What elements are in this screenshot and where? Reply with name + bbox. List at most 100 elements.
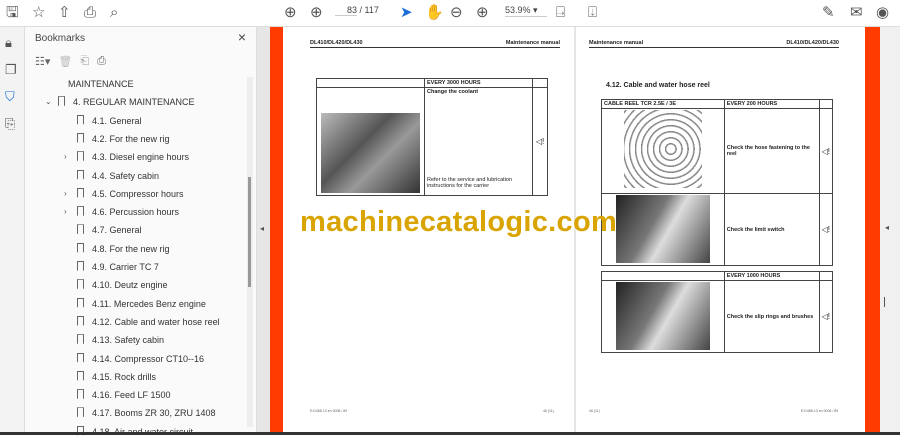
bookmark-item[interactable]: › 4.3. Diesel engine hours — [64, 148, 190, 166]
options-menu-icon[interactable]: ☷▾ — [35, 55, 50, 68]
bookmark-label: MAINTENANCE — [68, 79, 134, 89]
zoom-out-icon[interactable]: ⊖ — [450, 4, 463, 22]
bookmark-icon — [77, 169, 84, 180]
bookmark-item[interactable]: 4.2. For the new rig — [77, 130, 170, 148]
chevron-down-icon[interactable]: ⌄ — [45, 93, 52, 111]
bookmark-panel-icon[interactable]: ⛉ — [5, 89, 15, 105]
chevron-right-icon[interactable]: › — [64, 185, 67, 203]
bookmark-icon — [77, 389, 84, 400]
bookmark-icon — [77, 206, 84, 217]
document-scrollbar[interactable]: ◂ — [880, 27, 900, 432]
bookmark-label: 4.10. Deutz engine — [92, 280, 168, 291]
hand-tool-icon[interactable]: ✋ — [425, 4, 444, 22]
zoom-in-icon[interactable]: ⊕ — [476, 4, 489, 22]
chevron-right-icon[interactable]: › — [64, 203, 67, 221]
bookmark-item[interactable]: 4.11. Mercedes Benz engine — [77, 295, 206, 313]
bookmark-label: 4.11. Mercedes Benz engine — [92, 298, 206, 309]
search-icon[interactable]: ⌕ — [110, 4, 118, 22]
bookmark-label: 4.2. For the new rig — [92, 133, 170, 144]
left-nav-strip: 🔒︎ ❐ ⛉ ⎘ — [0, 27, 25, 435]
bookmark-item[interactable]: 4.15. Rock drills — [77, 368, 156, 386]
bookmark-icon — [77, 242, 84, 253]
print-icon[interactable]: ⎙ — [84, 4, 96, 22]
scroll-thumb[interactable] — [884, 297, 885, 307]
pages-icon[interactable]: ❐ — [5, 62, 17, 78]
bookmark-icon — [77, 407, 84, 418]
lock-icon[interactable]: 🔒︎ — [5, 35, 12, 51]
bookmark-label: 4.8. For the new rig — [92, 243, 170, 254]
bookmark-item[interactable]: MAINTENANCE — [68, 75, 134, 93]
page-down-icon[interactable]: ⊕ — [310, 4, 323, 22]
task-text: Check the hose fastening to the reel — [723, 108, 820, 194]
scroll-mode-icon[interactable]: ⍗ — [588, 4, 597, 22]
bookmark-item[interactable]: 4.4. Safety cabin — [77, 167, 159, 185]
table-header-col1: CABLE REEL TCR 2.5E / 3E — [601, 99, 725, 109]
bookmark-item[interactable]: 4.12. Cable and water hose reel — [77, 313, 220, 331]
right-page: Maintenance manual DL410/DL420/DL430 4.12… — [576, 27, 865, 432]
bookmark-item[interactable]: 4.13. Safety cabin — [77, 331, 164, 349]
page-edge-right — [865, 27, 880, 432]
bookmark-item[interactable]: › 4.5. Compressor hours — [64, 185, 184, 203]
bookmarks-panel: Bookmarks × ☷▾ 🗑︎ ⎗ ⎙ MAINTENANCE ⌄ 4. REG… — [25, 27, 257, 437]
bookmark-item[interactable]: 4.8. For the new rig — [77, 240, 170, 258]
expand-right-icon[interactable]: ◂ — [885, 223, 889, 232]
attachment-icon[interactable]: ⎘ — [5, 116, 15, 132]
select-tool-icon[interactable]: ➤ — [400, 4, 413, 22]
bookmark-label: 4.5. Compressor hours — [92, 188, 184, 199]
bookmark-item[interactable]: ⌄ 4. REGULAR MAINTENANCE — [45, 93, 195, 111]
cable-reel-table: CABLE REEL TCR 2.5E / 3E EVERY 200 HOURS … — [601, 99, 834, 266]
warning-icon: ◁! — [532, 87, 548, 196]
interval-header: EVERY 1000 HOURS — [723, 271, 820, 281]
bookmark-icon — [77, 132, 84, 143]
bookmark-item[interactable]: 4.17. Booms ZR 30, ZRU 1408 — [77, 404, 216, 422]
bookmark-item[interactable]: 4.14. Compressor CT10--16 — [77, 350, 204, 368]
section-title: 4.12. Cable and water hose reel — [606, 82, 710, 89]
panel-title: Bookmarks — [35, 33, 86, 44]
bookmark-icon — [77, 370, 84, 381]
toolbar: 🖫 ☆ ⇧ ⎙ ⌕ ⊕ ⊕ / 117 ➤ ✋ ⊖ ⊕ 53.9% ▾ ⍈ ⍗ … — [0, 0, 900, 27]
task-text: Change the coolant — [427, 89, 479, 95]
bookmark-label: 4.3. Diesel engine hours — [92, 152, 190, 163]
sign-icon[interactable]: ✎ — [822, 4, 835, 22]
page-header-right: DL410/DL420/DL430 — [786, 40, 839, 46]
new-bookmark-icon[interactable]: ⎗ — [80, 55, 89, 68]
page-number-input[interactable] — [335, 5, 357, 16]
cloud-upload-icon[interactable]: ⇧ — [58, 4, 71, 22]
page-fit-icon[interactable]: ⍈ — [556, 4, 565, 22]
star-icon[interactable]: ☆ — [32, 4, 45, 22]
maintenance-table: EVERY 3000 HOURS Change the coolant Refer… — [316, 78, 548, 196]
delete-icon[interactable]: 🗑︎ — [58, 55, 72, 68]
bookmark-label: 4.9. Carrier TC 7 — [92, 262, 159, 272]
task-text: Check the limit switch — [723, 193, 820, 266]
collapse-panel-icon[interactable]: ◂ — [260, 224, 264, 233]
panel-scroll-thumb[interactable] — [248, 177, 251, 287]
page-footer-left: E:D488-13 en 0008 / 89 — [310, 409, 348, 413]
close-icon[interactable]: × — [238, 29, 246, 45]
bookmark-icon — [77, 114, 84, 125]
cable-reel-table-2: EVERY 1000 HOURS Check the slip rings an… — [601, 271, 834, 353]
bookmark-item[interactable]: 4.16. Feed LF 1500 — [77, 386, 171, 404]
bookmark-item[interactable]: 4.7. General — [77, 221, 142, 239]
bookmark-label: 4.1. General — [92, 115, 142, 126]
bookmark-icon — [77, 224, 84, 235]
save-icon[interactable]: 🖫 — [6, 4, 19, 22]
chevron-right-icon[interactable]: › — [64, 148, 67, 166]
bookmark-label: 4.6. Percussion hours — [92, 207, 180, 218]
interval-header: EVERY 200 HOURS — [723, 99, 820, 109]
page-footer-right: 46 (11) — [543, 409, 554, 413]
mail-icon[interactable]: ✉ — [850, 4, 863, 22]
bookmark-item[interactable]: 4.1. General — [77, 112, 142, 130]
warning-icon: ◁! — [818, 108, 834, 194]
bookmark-item[interactable]: 4.10. Deutz engine — [77, 276, 168, 294]
bookmark-item[interactable]: › 4.6. Percussion hours — [64, 203, 180, 221]
find-bookmark-icon[interactable]: ⎙ — [97, 55, 106, 68]
bookmark-item[interactable]: 4.9. Carrier TC 7 — [77, 258, 159, 276]
bookmark-icon — [77, 297, 84, 308]
account-icon[interactable]: ◉ — [876, 4, 889, 22]
zoom-select[interactable]: 53.9% ▾ — [505, 5, 547, 17]
page-total: / 117 — [359, 5, 379, 15]
page-up-icon[interactable]: ⊕ — [284, 4, 297, 22]
engine-photo — [321, 113, 420, 193]
watermark: machinecatalogic.com — [300, 206, 618, 238]
bookmark-label: 4.16. Feed LF 1500 — [92, 390, 171, 401]
